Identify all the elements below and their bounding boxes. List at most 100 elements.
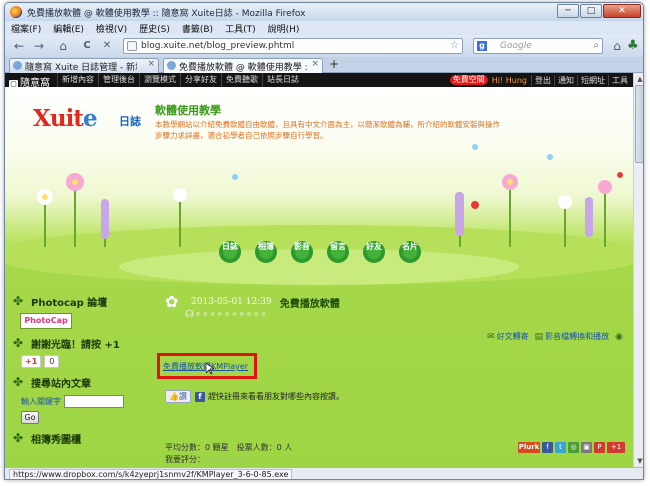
share-icon[interactable]: ◎ [568,442,579,453]
blog-description: 本教學網站以介紹免費軟體自由軟體，且具有中文介面為主，以簡潔軟體為輔，所介紹的軟… [155,120,500,140]
close-button[interactable]: ✕ [603,4,641,18]
post-flower-icon: ✿ [165,292,179,311]
mouse-cursor-icon [206,363,214,375]
navigation-toolbar: ← → ⌂ C ✕ blog.xuite.net/blog_preview.ph… [5,35,643,57]
forward-mail-icon: ✉ [487,331,495,342]
reload-button[interactable]: C [79,38,95,54]
tab-xuite-admin[interactable]: 隨意窩 Xuite 日誌管理 - 新增文章 - ... × [9,58,159,73]
menu-history[interactable]: 歷史(S) [133,21,176,35]
facebook-share-icon[interactable]: f [542,442,553,453]
nav-flower-guestbook[interactable]: 留言 [327,238,349,266]
photocap-badge[interactable]: PhotoCap [20,313,72,329]
xuite-logo-text: Xuit [33,105,84,132]
post-stats: 平均分數：0 顆星 投票人數：0 人 [165,443,293,452]
bookmark-share-icon[interactable]: ▣ [581,442,592,453]
logout-link[interactable]: 登出 [531,74,554,86]
facebook-icon: f [194,391,205,402]
forward-button[interactable]: → [31,38,47,54]
blog-title[interactable]: 軟體使用教學 [155,102,221,118]
tab-close-icon[interactable]: × [311,59,319,69]
menu-file[interactable]: 檔案(F) [5,21,47,35]
nav-flower-label: 日誌 [222,242,238,251]
twitter-share-icon[interactable]: t [555,442,566,453]
new-tab-button[interactable]: + [327,58,341,72]
category-link[interactable]: 影音檔轉換和播放 [545,331,609,342]
nav-flower-label: 相簿 [258,242,274,251]
sidebar-heading: 相簿秀圖櫃 [31,434,81,446]
go-button[interactable]: Go [21,411,39,424]
gplus-share-icon[interactable]: +1 [607,442,625,453]
url-bar[interactable]: blog.xuite.net/blog_preview.phtml ☆ [123,38,463,54]
leaf-icon: ✤ [13,375,24,389]
back-button[interactable]: ← [11,38,27,54]
keyword-label: 輸入關鍵字 [21,397,61,406]
nav-flower-label: 影音 [294,242,310,251]
menu-help[interactable]: 說明(H) [262,21,306,35]
scroll-up-icon[interactable]: ▲ [635,74,643,84]
gplus-count: 0 [44,355,60,368]
post-title[interactable]: 免費播放軟體 [280,295,340,310]
gplus-row: +1 0 [21,355,137,368]
rating-stars[interactable]: ☆☆☆☆☆ [205,455,246,464]
menu-tools[interactable]: 工具(T) [219,21,262,35]
tools-link[interactable]: 工具 [608,74,631,86]
scroll-thumb[interactable] [635,85,643,163]
keyword-label-row: 輸入關鍵字 [21,395,137,408]
tab-close-icon[interactable]: × [147,59,155,69]
home-button[interactable]: ⌂ [55,38,71,54]
title-bar: 免費播放軟體 @ 軟體使用教學 :: 隨意窩 Xuite日誌 - Mozilla… [5,3,643,21]
plurk-share-button[interactable]: Plurk [518,442,540,453]
gplus-button[interactable]: +1 [21,355,42,368]
nav-flower-blog[interactable]: 日誌 [219,238,241,266]
xuite-user-area: 免費空間 Hi! Hung 登出 通知 短網址 工具 [449,73,631,87]
bookmark-star-icon[interactable]: ☆ [450,40,459,51]
rating-row: 我要評分：☆☆☆☆☆ [165,454,246,465]
xuite-nav-new-content[interactable]: 新增內容 [57,73,98,87]
maximize-button[interactable]: □ [580,4,602,18]
nav-flower-friends[interactable]: 好友 [363,238,385,266]
short-url-link[interactable]: 短網址 [577,74,608,86]
menu-bookmarks[interactable]: 書籤(B) [176,21,219,35]
xuite-nav-admin[interactable]: 管理後台 [98,73,139,87]
search-box[interactable]: g Google ⌕ [473,38,603,54]
post-action-links: ✉ 好文轉寄 ▤ 影音檔轉換和播放 ◉ [481,331,625,342]
folder-icon: ▤ [534,331,544,342]
facebook-like-button[interactable]: 👍讚 [165,390,191,403]
xuite-nav-webmaster-log[interactable]: 站長日誌 [262,73,303,87]
free-space-badge[interactable]: 免費空間 [449,75,488,85]
stop-button[interactable]: ✕ [99,38,115,54]
blog-sidebar: ✤ Photocap 論壇 PhotoCap ✤ 謝謝光臨！請按 +1 +1 0… [13,287,137,467]
rss-icon[interactable]: ◉ [615,332,623,342]
sidebar-heading: 謝謝光臨！請按 +1 [31,339,120,351]
facebook-like-row: 👍讚 f 趕快註冊來看看朋友對哪些內容按讚。 [165,390,344,403]
xuite-nav-share[interactable]: 分享好友 [180,73,221,87]
post-date: 2013-05-01 12:39 [191,297,272,307]
menu-view[interactable]: 檢視(V) [90,21,133,35]
url-text[interactable]: blog.xuite.net/blog_preview.phtml [141,41,294,51]
forward-article-link[interactable]: 好文轉寄 [497,331,529,342]
google-icon[interactable]: g [477,41,487,51]
sidebar-heading: 搜尋站內文章 [31,378,91,390]
pinterest-share-icon[interactable]: P [594,442,605,453]
xuite-nav-browse-mode[interactable]: 瀏覽模式 [139,73,180,87]
user-greeting[interactable]: Hi! Hung [492,76,527,85]
vertical-scrollbar[interactable]: ▲ ▼ [633,73,643,467]
tree-icon: ♣ [627,38,639,53]
sidebar-photocap-header: ✤ Photocap 論壇 [13,293,137,309]
search-magnifier-icon[interactable]: ⌕ [593,40,599,51]
keyword-input[interactable] [64,395,124,408]
minimize-button[interactable]: ─ [557,4,579,18]
tab-blog-post[interactable]: 免費播放軟體 @ 軟體使用教學 :: 隨... × [163,58,323,74]
menu-edit[interactable]: 編輯(E) [47,21,90,35]
sidebar-heading: Photocap 論壇 [31,297,108,309]
notifications-link[interactable]: 通知 [554,74,577,86]
toolbar-home-icon[interactable]: ⌂ [609,38,625,54]
xuite-nav-music[interactable]: 免費聽歌 [221,73,262,87]
xuite-logo[interactable]: Xuite [33,105,98,132]
scroll-down-icon[interactable]: ▼ [635,456,643,466]
nav-flower-video[interactable]: 影音 [291,238,313,266]
menu-bar: 檔案(F) 編輯(E) 檢視(V) 歷史(S) 書籤(B) 工具(T) 說明(H… [5,21,643,35]
nav-flower-album[interactable]: 相簿 [255,238,277,266]
nav-flower-card[interactable]: 名片 [399,238,421,266]
sidebar-thanks-header: ✤ 謝謝光臨！請按 +1 [13,335,137,351]
